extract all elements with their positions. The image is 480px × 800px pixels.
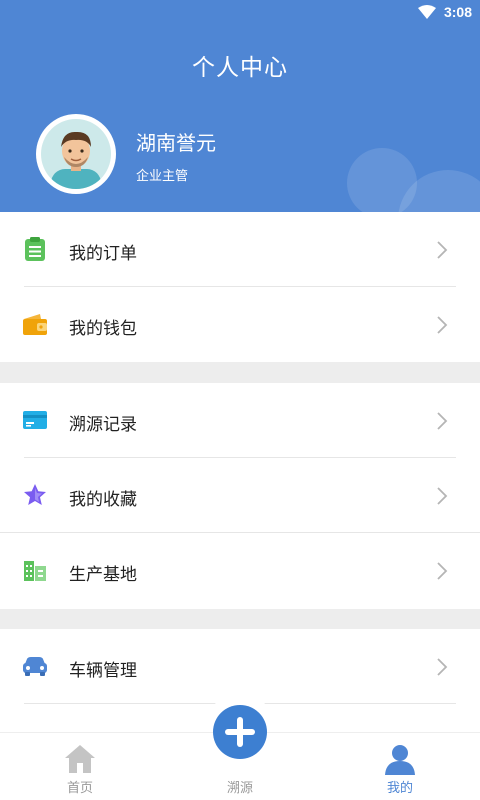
user-icon — [385, 745, 415, 775]
menu-item-label: 车辆管理 — [69, 661, 137, 681]
order-icon — [25, 237, 45, 261]
chevron-right-icon — [437, 316, 448, 334]
page-title: 个人中心 — [192, 55, 288, 81]
profile-header: 个人中心 湖南誉元 企业主管 — [0, 0, 480, 212]
menu-group-records: 溯源记录 我的收藏 生产基地 — [0, 383, 480, 609]
tab-label: 我的 — [386, 781, 413, 796]
chevron-right-icon — [437, 658, 448, 676]
menu-item-label: 我的订单 — [69, 244, 137, 264]
menu-item-label: 我的钱包 — [69, 319, 137, 339]
card-icon — [23, 411, 47, 429]
menu-item-vehicle-management[interactable]: 车辆管理 — [0, 629, 480, 704]
chevron-right-icon — [437, 562, 448, 580]
wallet-icon — [23, 314, 47, 335]
menu-item-label: 我的收藏 — [69, 490, 137, 510]
menu-item-orders[interactable]: 我的订单 — [0, 212, 480, 287]
menu-item-production-base[interactable]: 生产基地 — [0, 533, 480, 608]
plus-icon — [225, 717, 255, 747]
car-icon — [23, 657, 47, 676]
avatar[interactable] — [36, 114, 116, 194]
chevron-right-icon — [437, 241, 448, 259]
building-icon — [24, 561, 46, 581]
menu-item-wallet[interactable]: 我的钱包 — [0, 287, 480, 362]
avatar-illustration — [51, 131, 101, 189]
home-icon — [65, 745, 95, 773]
chevron-right-icon — [437, 412, 448, 430]
tab-label: 首页 — [66, 781, 93, 796]
star-icon — [24, 484, 46, 505]
menu-item-label: 溯源记录 — [69, 415, 137, 435]
add-trace-button[interactable] — [213, 705, 267, 759]
tab-mine[interactable]: 我的 — [320, 733, 480, 800]
menu-group-account: 我的订单 我的钱包 — [0, 212, 480, 362]
menu-item-label: 生产基地 — [69, 565, 137, 585]
wifi-icon — [418, 5, 436, 19]
tab-home[interactable]: 首页 — [0, 733, 160, 800]
status-time: 3:08 — [443, 4, 472, 20]
menu-item-favorites[interactable]: 我的收藏 — [0, 458, 480, 533]
menu-item-trace-records[interactable]: 溯源记录 — [0, 383, 480, 458]
user-role: 企业主管 — [136, 169, 189, 184]
chevron-right-icon — [437, 487, 448, 505]
user-name: 湖南誉元 — [136, 131, 216, 155]
status-bar: 3:08 — [0, 0, 480, 24]
tab-label: 溯源 — [226, 781, 253, 796]
